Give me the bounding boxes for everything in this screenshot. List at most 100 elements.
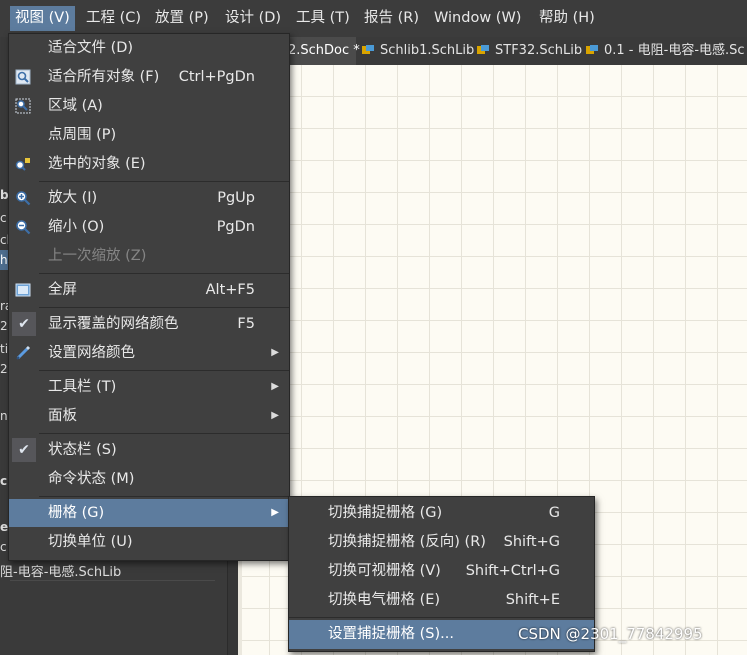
menu-item-label: 命令状态 (M) xyxy=(48,471,135,487)
menu-item-selected-objects[interactable]: 选中的对象 (E) xyxy=(9,150,289,178)
menu-item-toggle-snap-grid-reverse[interactable]: 切换捕捉栅格 (反向) (R) Shift+G xyxy=(289,528,594,557)
menu-item-label: 设置网络颜色 xyxy=(48,345,135,361)
menu-item-fit-all-objects[interactable]: 适合所有对象 (F) Ctrl+PgDn xyxy=(9,63,289,91)
menu-item-label: 切换可视栅格 (V) xyxy=(328,563,441,579)
selected-objects-icon xyxy=(15,156,31,172)
menu-item-label: 栅格 (G) xyxy=(48,505,105,521)
menu-help[interactable]: 帮助 (H) xyxy=(534,6,600,31)
menu-item-label: 切换捕捉栅格 (反向) (R) xyxy=(328,534,486,550)
menu-window[interactable]: Window (W) xyxy=(429,6,526,31)
panel-text-fragment: c xyxy=(0,540,7,554)
panel-text-fragment: ti xyxy=(0,342,9,356)
zoom-area-icon xyxy=(15,98,31,114)
menu-item-around-point[interactable]: 点周围 (P) xyxy=(9,121,289,149)
menu-item-label: 缩小 (O) xyxy=(48,219,105,235)
menu-item-toggle-visible-grid[interactable]: 切换可视栅格 (V) Shift+Ctrl+G xyxy=(289,557,594,586)
panel-text-fragment: c xyxy=(0,474,8,488)
menu-item-toolbars[interactable]: 工具栏 (T) ▶ xyxy=(9,373,289,401)
menu-separator xyxy=(39,370,289,371)
menu-item-label: 点周围 (P) xyxy=(48,127,117,143)
watermark: CSDN @2301_77842995 xyxy=(518,625,703,643)
panel-text-fragment: h xyxy=(0,253,8,267)
menu-item-zoom-in[interactable]: 放大 (I) PgUp xyxy=(9,184,289,212)
menu-item-label: 区域 (A) xyxy=(48,98,103,114)
menu-separator xyxy=(39,181,289,182)
menu-item-status-bar[interactable]: ✔ 状态栏 (S) xyxy=(9,436,289,464)
full-screen-icon xyxy=(15,282,31,298)
panel-text-fragment: c xyxy=(0,211,7,225)
tab-label: 2.SchDoc * xyxy=(288,43,360,58)
document-tab-bar: 2.SchDoc * Schlib1.SchLib STF32.SchLib 0… xyxy=(238,37,747,65)
menu-item-shortcut: Shift+Ctrl+G xyxy=(465,563,560,579)
menu-item-set-net-color[interactable]: 设置网络颜色 ▶ xyxy=(9,339,289,367)
menu-separator xyxy=(39,273,289,274)
menu-item-zoom-out[interactable]: 缩小 (O) PgDn xyxy=(9,213,289,241)
submenu-arrow-icon: ▶ xyxy=(271,347,279,358)
menu-item-label: 适合文件 (D) xyxy=(48,40,134,56)
menu-item-label: 状态栏 (S) xyxy=(48,442,117,458)
menu-item-command-status[interactable]: 命令状态 (M) xyxy=(9,465,289,493)
menu-item-toggle-electrical-grid[interactable]: 切换电气栅格 (E) Shift+E xyxy=(289,586,594,615)
submenu-arrow-icon: ▶ xyxy=(271,507,279,518)
tab-label: 0.1 - 电阻-电容-电感.Sc xyxy=(604,43,745,58)
panel-divider xyxy=(10,580,215,581)
menu-item-label: 显示覆盖的网络颜色 xyxy=(48,316,179,332)
schlib-icon xyxy=(362,45,374,55)
menu-tools[interactable]: 工具 (T) xyxy=(291,6,355,31)
menu-item-label: 切换捕捉栅格 (G) xyxy=(328,505,443,521)
menu-item-previous-zoom: 上一次缩放 (Z) xyxy=(9,242,289,270)
menu-item-fit-document[interactable]: 适合文件 (D) xyxy=(9,34,289,62)
menu-item-shortcut: PgDn xyxy=(216,219,255,235)
menu-item-shortcut: Alt+F5 xyxy=(205,282,255,298)
menu-design[interactable]: 设计 (D) xyxy=(220,6,286,31)
view-menu-dropdown: 适合文件 (D) 适合所有对象 (F) Ctrl+PgDn 区域 (A) 点周围… xyxy=(8,33,290,561)
fit-all-icon xyxy=(15,69,31,85)
menu-item-shortcut: PgUp xyxy=(217,190,255,206)
checkmark-icon: ✔ xyxy=(12,312,36,336)
menu-item-label: 工具栏 (T) xyxy=(48,379,117,395)
zoom-in-icon xyxy=(15,190,31,206)
menu-item-label: 选中的对象 (E) xyxy=(48,156,146,172)
menu-place[interactable]: 放置 (P) xyxy=(150,6,214,31)
schlib-icon xyxy=(586,45,598,55)
menu-item-shortcut: F5 xyxy=(237,316,255,332)
panel-text-fragment: e xyxy=(0,520,9,534)
menu-item-label: 切换电气栅格 (E) xyxy=(328,592,441,608)
panel-file-item[interactable]: 阻-电容-电感.SchLib xyxy=(0,561,121,580)
menu-item-grids[interactable]: 栅格 (G) ▶ xyxy=(9,499,289,527)
menu-item-show-net-color[interactable]: ✔ 显示覆盖的网络颜色 F5 xyxy=(9,310,289,338)
submenu-arrow-icon: ▶ xyxy=(271,410,279,421)
menu-item-label: 切换单位 (U) xyxy=(48,534,133,550)
menu-reports[interactable]: 报告 (R) xyxy=(359,6,424,31)
menu-item-label: 全屏 xyxy=(48,282,77,298)
pen-icon xyxy=(15,345,31,361)
menu-item-shortcut: Shift+G xyxy=(503,534,560,550)
tab-schlib1[interactable]: Schlib1.SchLib xyxy=(362,37,474,65)
schlib-icon xyxy=(477,45,489,55)
tab-label: Schlib1.SchLib xyxy=(380,43,475,58)
menu-view[interactable]: 视图 (V) xyxy=(10,6,75,31)
menu-item-toggle-snap-grid[interactable]: 切换捕捉栅格 (G) G xyxy=(289,499,594,528)
tab-resistor-lib[interactable]: 0.1 - 电阻-电容-电感.Sc xyxy=(586,37,745,65)
menu-item-area[interactable]: 区域 (A) xyxy=(9,92,289,120)
menu-item-full-screen[interactable]: 全屏 Alt+F5 xyxy=(9,276,289,304)
menu-item-label: 面板 xyxy=(48,408,77,424)
menu-item-panels[interactable]: 面板 ▶ xyxy=(9,402,289,430)
menu-item-toggle-units[interactable]: 切换单位 (U) xyxy=(9,528,289,556)
menu-item-label: 设置捕捉栅格 (S)... xyxy=(328,626,454,642)
tab-stf32[interactable]: STF32.SchLib xyxy=(477,37,582,65)
menu-item-shortcut: G xyxy=(548,505,560,521)
menu-item-label: 放大 (I) xyxy=(48,190,98,206)
menu-separator xyxy=(39,433,289,434)
submenu-arrow-icon: ▶ xyxy=(271,381,279,392)
menu-separator xyxy=(289,617,594,618)
zoom-out-icon xyxy=(15,219,31,235)
menu-item-shortcut: Shift+E xyxy=(505,592,560,608)
menu-separator xyxy=(39,496,289,497)
menu-item-shortcut: Ctrl+PgDn xyxy=(178,69,255,85)
tab-label: STF32.SchLib xyxy=(495,43,583,58)
menu-bar: 视图 (V) 工程 (C) 放置 (P) 设计 (D) 工具 (T) 报告 (R… xyxy=(0,0,747,37)
menu-item-label: 上一次缩放 (Z) xyxy=(48,248,147,264)
menu-project[interactable]: 工程 (C) xyxy=(81,6,146,31)
menu-item-label: 适合所有对象 (F) xyxy=(48,69,160,85)
